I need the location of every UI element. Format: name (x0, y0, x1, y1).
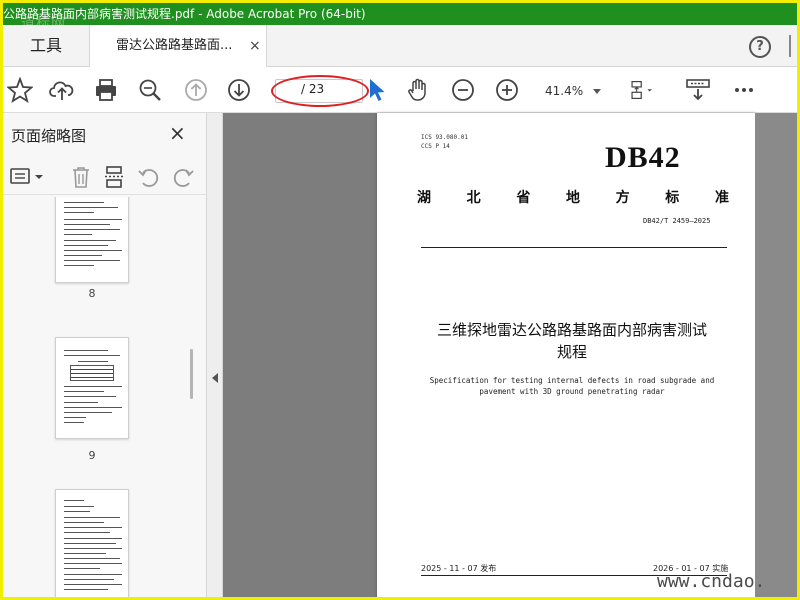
tab-tools[interactable]: 工具 (3, 25, 89, 67)
page-thumbnail-9[interactable] (55, 337, 129, 439)
standard-type-heading: 湖 北 省 地 方 标 准 (417, 187, 729, 207)
panel-scrollbar-thumb[interactable] (190, 349, 193, 399)
zoom-out-icon[interactable] (450, 77, 476, 103)
heading-char: 方 (615, 190, 630, 206)
print-icon[interactable] (93, 77, 119, 103)
panel-close-icon[interactable]: × (169, 121, 186, 145)
ics-code: ICS 93.080.01 (421, 134, 468, 141)
english-title-line-2: pavement with 3D ground penetrating rada… (479, 387, 665, 396)
delete-page-icon[interactable] (69, 165, 93, 189)
panel-title: 页面缩略图 (11, 127, 87, 145)
bookmark-star-icon[interactable] (7, 77, 33, 103)
page-thumbnail-8[interactable] (55, 197, 129, 283)
next-page-icon[interactable] (226, 77, 252, 103)
page-thumbnail-10[interactable] (55, 489, 129, 597)
acrobat-window: 公路路基路面内部病害测试规程.pdf - Adobe Acrobat Pro (… (0, 0, 800, 600)
page-display-icon[interactable] (629, 77, 655, 103)
document-title-line-2: 规程 (556, 343, 587, 361)
english-title-line-1: Specification for testing internal defec… (429, 376, 715, 385)
thumbnail-options-icon[interactable] (9, 165, 49, 187)
thumbnails-panel: 页面缩略图 × 8 9 (3, 113, 207, 597)
header-rule (421, 247, 727, 248)
cloud-upload-icon[interactable] (49, 77, 75, 103)
thumbnail-page-number: 9 (88, 449, 96, 462)
document-page: ICS 93.080.01 CCS P 14 DB42 湖 北 省 地 方 标 … (377, 113, 755, 597)
help-icon[interactable]: ? (749, 36, 771, 58)
previous-page-icon[interactable] (183, 77, 209, 103)
standard-prefix: DB42 (605, 141, 681, 174)
heading-char: 准 (714, 190, 729, 206)
document-title-line-1: 三维探地雷达公路路基路面内部病害测试 (436, 321, 707, 339)
zoom-dropdown-chevron-icon[interactable] (593, 89, 601, 94)
document-view[interactable]: ICS 93.080.01 CCS P 14 DB42 湖 北 省 地 方 标 … (223, 113, 797, 597)
heading-char: 地 (565, 190, 580, 206)
zoom-in-icon[interactable] (494, 77, 520, 103)
zoom-level-value: 41.4% (545, 84, 584, 98)
heading-char: 北 (466, 190, 481, 206)
tab-document-label: 雷达公路路基路面... (116, 38, 233, 53)
tab-overflow-edge (789, 35, 795, 57)
document-scroll-area[interactable] (755, 113, 797, 597)
standard-number: DB42/T 2459—2025 (643, 217, 711, 225)
heading-char: 湖 (417, 190, 431, 206)
insert-page-icon[interactable] (103, 165, 127, 189)
ccs-code: CCS P 14 (421, 143, 450, 150)
collapse-arrow-icon[interactable] (212, 373, 218, 383)
heading-char: 省 (516, 190, 531, 206)
rotate-left-icon[interactable] (137, 165, 161, 189)
site-watermark-bottom: www.cndao. (657, 571, 766, 592)
tab-bar: 工具 雷达公路路基路面... × ? (3, 25, 797, 67)
tab-close-icon[interactable]: × (249, 25, 261, 67)
rotate-right-icon[interactable] (171, 165, 195, 189)
hand-tool-icon[interactable] (405, 77, 431, 103)
more-options-icon[interactable] (731, 77, 757, 103)
panel-collapse-bar[interactable] (207, 113, 223, 597)
heading-char: 标 (665, 190, 680, 206)
english-title: Specification for testing internal defec… (421, 375, 723, 397)
tab-document[interactable]: 雷达公路路基路面... (89, 25, 267, 67)
select-cursor-icon[interactable] (365, 77, 391, 103)
find-zoom-icon[interactable] (137, 77, 163, 103)
title-bar: 公路路基路面内部病害测试规程.pdf - Adobe Acrobat Pro (… (3, 3, 797, 25)
thumbnail-page-number: 8 (88, 287, 96, 300)
issue-date: 2025 - 11 - 07 发布 (421, 564, 497, 573)
classification-codes: ICS 93.080.01 CCS P 14 (421, 133, 468, 151)
red-annotation-circle (271, 75, 369, 107)
document-title: 三维探地雷达公路路基路面内部病害测试 规程 (407, 319, 737, 363)
main-toolbar: / 23 41.4% (3, 67, 797, 113)
read-mode-icon[interactable] (685, 77, 711, 103)
panel-toolbar (3, 157, 207, 195)
thumbnail-list: 8 9 (3, 197, 197, 597)
